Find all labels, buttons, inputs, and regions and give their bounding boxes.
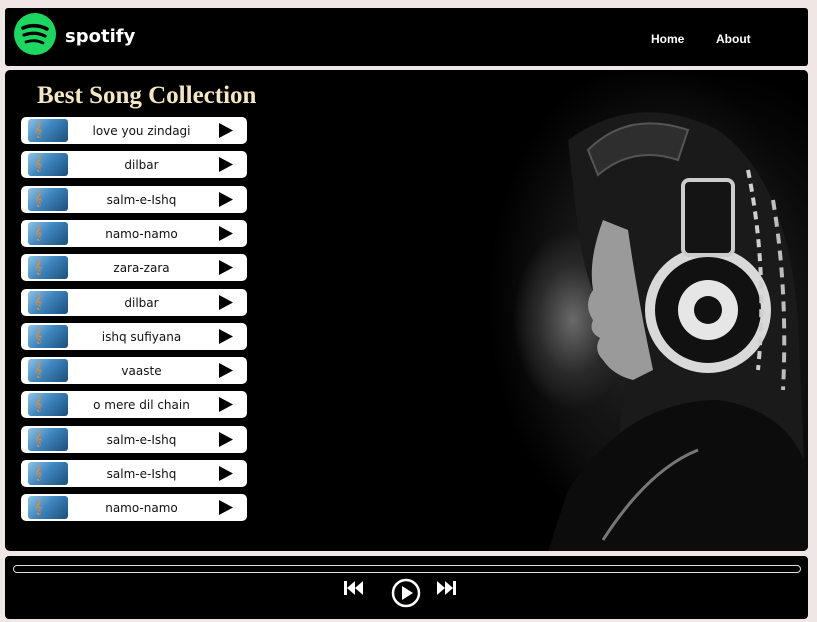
song-title: salm-e-Ishq <box>106 432 177 447</box>
song-title: dilbar <box>124 158 159 173</box>
song-title: vaaste <box>121 364 162 379</box>
song-item[interactable]: 𝄞 salm-e-Ishq <box>21 460 247 487</box>
play-icon[interactable] <box>219 191 233 207</box>
play-icon[interactable] <box>219 466 233 481</box>
music-note-icon: 𝄞 <box>34 190 43 207</box>
song-title: love you zindagi <box>92 124 191 138</box>
play-icon[interactable] <box>219 260 233 276</box>
song-thumbnail: 𝄞 <box>28 290 68 314</box>
song-item[interactable]: 𝄞 namo-namo <box>21 219 247 247</box>
spotify-logo-icon[interactable] <box>14 13 56 55</box>
play-icon[interactable] <box>219 294 233 310</box>
song-item[interactable]: 𝄞 dilbar <box>21 151 247 179</box>
music-note-icon: 𝄞 <box>34 362 43 379</box>
music-note-icon: 𝄞 <box>34 122 43 138</box>
music-note-icon: 𝄞 <box>34 156 43 173</box>
song-item[interactable]: 𝄞 o mere dil chain <box>21 391 247 419</box>
music-note-icon: 𝄞 <box>34 327 43 344</box>
song-item[interactable]: 𝄞 salm-e-Ishq <box>21 185 247 213</box>
play-icon[interactable] <box>219 363 233 379</box>
song-thumbnail: 𝄞 <box>28 462 68 485</box>
song-thumbnail: 𝄞 <box>28 359 68 383</box>
song-title: salm-e-Ishq <box>106 467 177 481</box>
player-bar <box>5 556 808 619</box>
music-note-icon: 𝄞 <box>34 396 43 413</box>
song-thumbnail: 𝄞 <box>28 256 68 280</box>
next-icon[interactable] <box>436 581 456 595</box>
music-note-icon: 𝄞 <box>34 259 43 276</box>
nav-link-about[interactable]: About <box>716 32 751 46</box>
song-item[interactable]: 𝄞 ishq sufiyana <box>21 322 247 350</box>
song-item[interactable]: 𝄞 vaaste <box>21 357 247 385</box>
song-title: o mere dil chain <box>93 398 190 413</box>
song-item[interactable]: 𝄞 dilbar <box>21 288 247 316</box>
song-thumbnail: 𝄞 <box>28 221 68 245</box>
music-note-icon: 𝄞 <box>34 499 43 516</box>
play-icon[interactable] <box>219 328 233 344</box>
play-icon[interactable] <box>219 157 233 173</box>
song-thumbnail: 𝄞 <box>28 496 68 520</box>
play-icon[interactable] <box>391 578 421 608</box>
song-item[interactable]: 𝄞 salm-e-Ishq <box>21 425 247 453</box>
play-icon[interactable] <box>219 431 233 447</box>
song-title: dilbar <box>124 295 159 310</box>
song-item[interactable]: 𝄞 love you zindagi <box>21 117 247 144</box>
song-thumbnail: 𝄞 <box>28 153 68 177</box>
song-item[interactable]: 𝄞 zara-zara <box>21 254 247 282</box>
page-title: Best Song Collection <box>37 82 257 109</box>
play-icon[interactable] <box>219 500 233 516</box>
music-note-icon: 𝄞 <box>34 224 43 241</box>
play-icon[interactable] <box>219 397 233 413</box>
song-title: salm-e-Ishq <box>106 192 177 207</box>
song-thumbnail: 𝄞 <box>28 324 68 348</box>
hero-image <box>388 70 808 551</box>
progress-bar[interactable] <box>13 565 801 573</box>
song-title: namo-namo <box>105 226 178 241</box>
song-thumbnail: 𝄞 <box>28 187 68 211</box>
previous-icon[interactable] <box>344 581 364 595</box>
song-title: zara-zara <box>113 261 170 276</box>
song-item[interactable]: 𝄞 namo-namo <box>21 494 247 522</box>
music-note-icon: 𝄞 <box>34 293 43 310</box>
song-thumbnail: 𝄞 <box>28 427 68 451</box>
play-icon[interactable] <box>219 123 233 138</box>
brand-name: spotify <box>65 26 136 47</box>
song-thumbnail: 𝄞 <box>28 393 68 417</box>
nav-link-home[interactable]: Home <box>651 32 684 46</box>
navbar: spotify Home About <box>5 8 808 66</box>
music-note-icon: 𝄞 <box>34 465 43 481</box>
headphones-girl-illustration <box>548 112 808 551</box>
music-note-icon: 𝄞 <box>34 430 43 447</box>
main-panel: Best Song Collection 𝄞 love you zindagi 𝄞 d… <box>5 70 808 551</box>
play-icon[interactable] <box>219 225 233 241</box>
song-title: ishq sufiyana <box>101 329 182 344</box>
song-thumbnail: 𝄞 <box>28 119 68 142</box>
song-title: namo-namo <box>105 501 178 516</box>
